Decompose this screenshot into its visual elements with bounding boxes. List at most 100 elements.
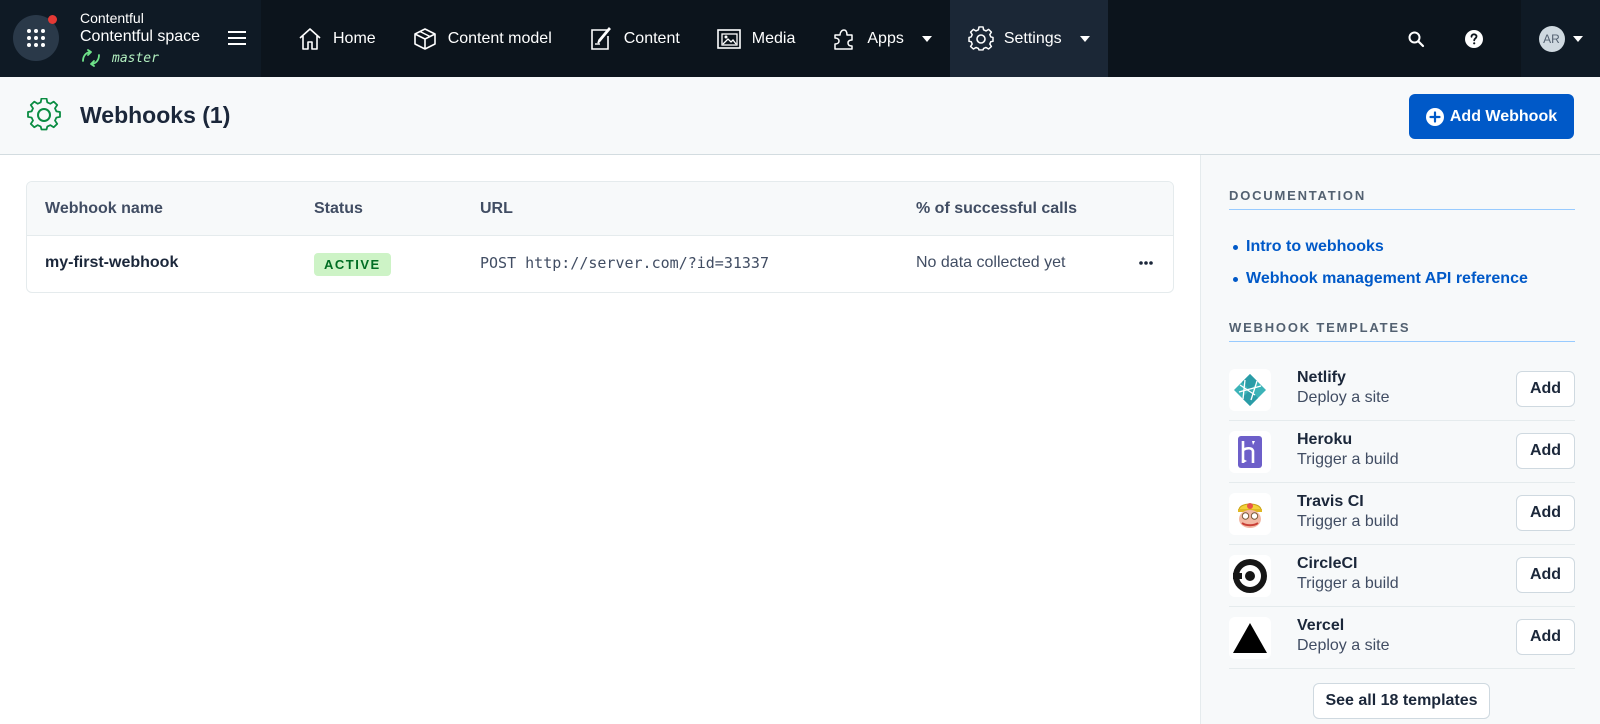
row-actions-button[interactable] <box>1135 253 1157 273</box>
add-webhook-button[interactable]: Add Webhook <box>1409 94 1574 139</box>
content-icon <box>590 26 611 50</box>
add-vercel-button[interactable]: Add <box>1516 619 1575 655</box>
table-header: Webhook name Status URL % of successful … <box>27 182 1173 236</box>
environment-indicator: master <box>80 49 159 67</box>
intro-to-webhooks-link[interactable]: Intro to webhooks <box>1246 238 1384 256</box>
webhook-templates-heading: WEBHOOK TEMPLATES <box>1229 320 1411 335</box>
apps-icon <box>834 28 854 50</box>
hamburger-icon <box>228 31 246 45</box>
template-item-vercel: Vercel Deploy a site Add <box>1229 607 1575 669</box>
add-travis-ci-button[interactable]: Add <box>1516 495 1575 531</box>
divider <box>1229 341 1575 342</box>
org-name: Contentful <box>80 10 144 26</box>
more-horizontal-icon <box>1139 261 1153 265</box>
page-header: Webhooks (1) Add Webhook <box>0 77 1600 155</box>
account-menu[interactable]: AR <box>1521 0 1600 77</box>
see-all-templates-button[interactable]: See all 18 templates <box>1313 683 1490 719</box>
template-name: Heroku <box>1297 431 1353 448</box>
vercel-logo-icon <box>1233 623 1267 653</box>
nav-apps-label: Apps <box>867 29 904 47</box>
nav-content-model[interactable]: Content model <box>394 0 570 77</box>
bullet <box>1233 244 1238 250</box>
list-item: Webhook management API reference <box>1229 263 1528 295</box>
template-list: Netlify Deploy a site Add Heroku Trigger… <box>1229 359 1575 669</box>
circleci-logo-icon <box>1233 559 1267 593</box>
plus-circle-icon <box>1425 107 1444 126</box>
status-badge: ACTIVE <box>314 253 391 276</box>
settings-gear-icon <box>27 98 61 131</box>
template-item-heroku: Heroku Trigger a build Add <box>1229 421 1575 483</box>
space-name: Contentful space <box>80 28 201 45</box>
avatar: AR <box>1538 25 1565 52</box>
netlify-logo-icon <box>1234 374 1266 406</box>
page-title: Webhooks (1) <box>80 102 231 128</box>
vercel-logo <box>1229 617 1271 659</box>
nav-content-model-label: Content model <box>447 29 552 47</box>
add-circleci-button[interactable]: Add <box>1516 557 1575 593</box>
add-netlify-button[interactable]: Add <box>1516 371 1575 407</box>
heroku-logo-icon <box>1238 436 1262 468</box>
nav-content-label: Content <box>623 29 680 47</box>
nav-content[interactable]: Content <box>570 0 698 77</box>
media-icon <box>716 28 741 49</box>
nav-home[interactable]: Home <box>261 0 394 77</box>
environment-name: master <box>112 50 159 66</box>
webhook-name[interactable]: my-first-webhook <box>45 254 178 272</box>
main-content: Webhook name Status URL % of successful … <box>0 155 1200 724</box>
webhook-url: POST http://server.com/?id=31337 <box>480 254 769 272</box>
template-name: CircleCI <box>1297 555 1358 572</box>
netlify-logo <box>1229 369 1271 411</box>
template-item-travis-ci: Travis CI Trigger a build Add <box>1229 483 1575 545</box>
environment-icon <box>82 49 100 67</box>
column-header-name: Webhook name <box>45 200 163 217</box>
gear-icon <box>968 25 994 51</box>
top-right-actions: AR <box>1387 0 1600 77</box>
template-item-netlify: Netlify Deploy a site Add <box>1229 359 1575 421</box>
documentation-links: Intro to webhooks Webhook management API… <box>1229 231 1528 295</box>
chevron-down-icon <box>921 35 932 42</box>
help-icon <box>1465 29 1483 48</box>
column-header-url: URL <box>480 200 513 217</box>
circleci-logo <box>1229 555 1271 597</box>
column-header-status: Status <box>314 200 363 217</box>
nav-media-label: Media <box>751 29 796 47</box>
menu-toggle-button[interactable] <box>226 28 248 48</box>
column-header-success: % of successful calls <box>916 200 1077 217</box>
divider <box>1229 209 1575 210</box>
template-description: Trigger a build <box>1297 451 1399 468</box>
chevron-down-icon <box>1572 35 1583 42</box>
notification-dot <box>48 15 57 24</box>
template-item-circleci: CircleCI Trigger a build Add <box>1229 545 1575 607</box>
search-icon <box>1408 31 1425 47</box>
template-description: Trigger a build <box>1297 575 1399 592</box>
search-button[interactable] <box>1387 0 1445 77</box>
nav-settings-label: Settings <box>1003 29 1062 47</box>
nav-apps[interactable]: Apps <box>813 0 949 77</box>
nav-home-label: Home <box>333 29 376 47</box>
nav-settings[interactable]: Settings <box>949 0 1108 77</box>
webhook-api-reference-link[interactable]: Webhook management API reference <box>1246 270 1528 288</box>
top-bar: Contentful Contentful space master Home <box>0 0 1600 77</box>
home-icon <box>299 27 321 50</box>
template-name: Travis CI <box>1297 493 1364 510</box>
bullet <box>1233 276 1238 282</box>
template-description: Deploy a site <box>1297 389 1390 406</box>
documentation-heading: DOCUMENTATION <box>1229 188 1367 203</box>
heroku-logo <box>1229 431 1271 473</box>
success-rate: No data collected yet <box>916 254 1066 271</box>
chevron-down-icon <box>1079 35 1090 42</box>
template-name: Vercel <box>1297 617 1345 634</box>
content-model-icon <box>413 27 436 50</box>
grid-icon <box>27 29 45 47</box>
template-name: Netlify <box>1297 369 1346 386</box>
help-button[interactable] <box>1445 0 1503 77</box>
space-switcher[interactable]: Contentful Contentful space master <box>0 0 261 77</box>
webhooks-table: Webhook name Status URL % of successful … <box>26 181 1174 293</box>
travis-ci-logo-icon <box>1238 503 1262 528</box>
travis-ci-logo <box>1229 493 1271 535</box>
table-row[interactable]: my-first-webhook ACTIVE POST http://serv… <box>27 236 1173 292</box>
add-webhook-label: Add Webhook <box>1449 107 1558 125</box>
add-heroku-button[interactable]: Add <box>1516 433 1575 469</box>
template-description: Deploy a site <box>1297 637 1390 654</box>
nav-media[interactable]: Media <box>698 0 814 77</box>
